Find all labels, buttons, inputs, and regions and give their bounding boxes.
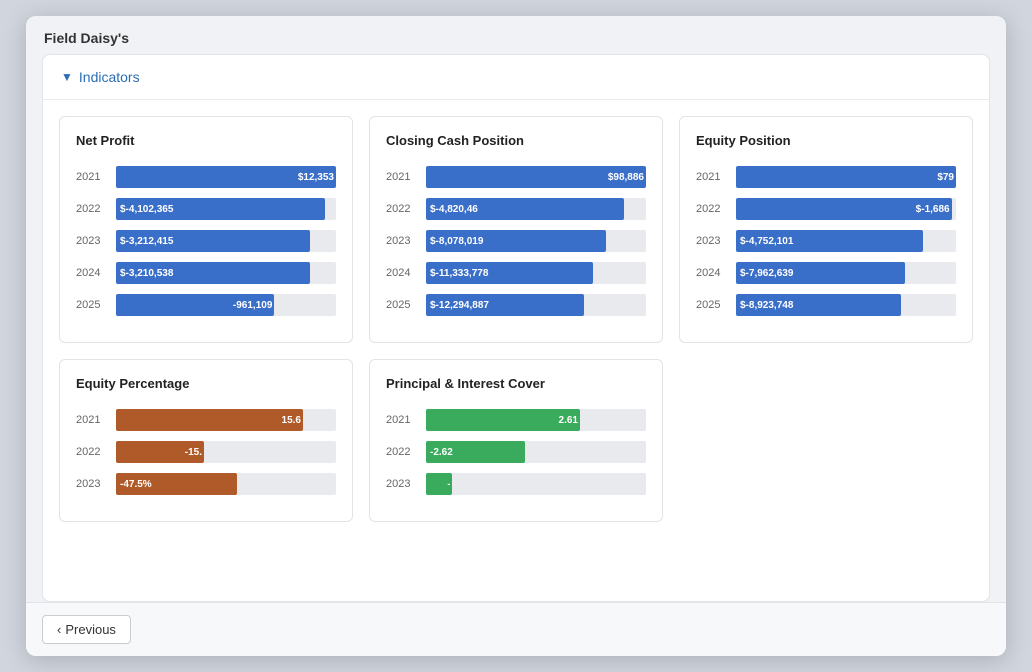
chart-row: 2022 -15.	[76, 441, 336, 463]
chart-row: 2021 $98,886	[386, 166, 646, 188]
footer-bar: ‹ Previous	[26, 602, 1006, 656]
chart-row: 2021 $12,353	[76, 166, 336, 188]
chart-row: 2021 15.6	[76, 409, 336, 431]
closing-cash-title: Closing Cash Position	[386, 133, 646, 148]
chart-row: 2021 2.61	[386, 409, 646, 431]
equity-position-title: Equity Position	[696, 133, 956, 148]
chart-row: 2023 -47.5%	[76, 473, 336, 495]
indicators-header: ▼ Indicators	[43, 55, 989, 100]
window-title: Field Daisy's	[44, 30, 129, 46]
principal-interest-title: Principal & Interest Cover	[386, 376, 646, 391]
chart-row: 2023 $-4,752,101	[696, 230, 956, 252]
principal-interest-card: Principal & Interest Cover 2021 2.61 202…	[369, 359, 663, 522]
chart-row: 2025 $-12,294,887	[386, 294, 646, 316]
net-profit-title: Net Profit	[76, 133, 336, 148]
equity-percentage-card: Equity Percentage 2021 15.6 2022 -15.	[59, 359, 353, 522]
chart-row: 2022 $-1,686	[696, 198, 956, 220]
chart-row: 2024 $-3,210,538	[76, 262, 336, 284]
chart-row: 2025 $-8,923,748	[696, 294, 956, 316]
chart-row: 2023 -	[386, 473, 646, 495]
chart-row: 2023 $-8,078,019	[386, 230, 646, 252]
top-cards-grid: Net Profit 2021 $12,353 2022 $-4,10	[43, 100, 989, 343]
chevron-down-icon: ▼	[61, 70, 73, 84]
net-profit-card: Net Profit 2021 $12,353 2022 $-4,10	[59, 116, 353, 343]
chart-row: 2022 $-4,102,365	[76, 198, 336, 220]
closing-cash-card: Closing Cash Position 2021 $98,886 2022 …	[369, 116, 663, 343]
equity-percentage-title: Equity Percentage	[76, 376, 336, 391]
equity-position-card: Equity Position 2021 $79 2022 $-1,686	[679, 116, 973, 343]
previous-button[interactable]: ‹ Previous	[42, 615, 131, 644]
main-window: Field Daisy's ▼ Indicators Net Profit 20…	[26, 16, 1006, 656]
content-area: ▼ Indicators Net Profit 2021 $12,353	[42, 54, 990, 602]
chart-row: 2023 $-3,212,415	[76, 230, 336, 252]
chart-row: 2022 -2.62	[386, 441, 646, 463]
chart-row: 2024 $-7,962,639	[696, 262, 956, 284]
chart-row: 2021 $79	[696, 166, 956, 188]
chart-row: 2024 $-11,333,778	[386, 262, 646, 284]
previous-label: Previous	[65, 622, 116, 637]
chart-row: 2025 -961,109	[76, 294, 336, 316]
chevron-left-icon: ‹	[57, 622, 61, 637]
chart-row: 2022 $-4,820,46	[386, 198, 646, 220]
bottom-cards-grid: Equity Percentage 2021 15.6 2022 -15.	[43, 343, 989, 538]
title-bar: Field Daisy's	[26, 16, 1006, 54]
indicators-label: Indicators	[79, 69, 140, 85]
